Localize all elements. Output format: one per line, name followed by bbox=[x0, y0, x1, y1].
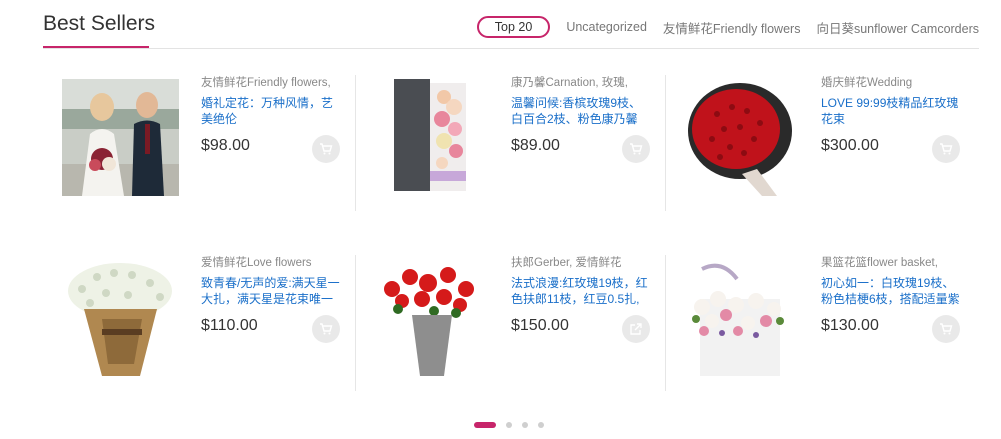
product-card: 婚庆鲜花Wedding LOVE 99:99枝精品红玫瑰花束 $300.00 bbox=[682, 75, 962, 200]
add-to-cart-icon bbox=[940, 323, 953, 335]
external-link-icon bbox=[630, 323, 642, 335]
add-to-cart-button[interactable] bbox=[312, 315, 340, 343]
tab-uncategorized[interactable]: Uncategorized bbox=[566, 20, 647, 34]
column-divider bbox=[355, 75, 356, 211]
product-name[interactable]: 法式浪漫:红玫瑰19枝，红色扶郎11枝，红豆0.5扎, bbox=[511, 275, 651, 307]
product-name[interactable]: 初心如一：白玫瑰19枝、粉色桔梗6枝，搭配适量紫 bbox=[821, 275, 961, 307]
add-to-cart-icon bbox=[940, 143, 953, 155]
product-card: 爱情鲜花Love flowers 致青春/无声的爱:满天星一大扎，满天星是花束唯… bbox=[62, 255, 342, 380]
section-header: Best Sellers Top 20 Uncategorized 友情鲜花Fr… bbox=[43, 0, 979, 49]
product-name[interactable]: 婚礼定花：万种风情，艺美绝伦 bbox=[201, 95, 341, 127]
product-image-flower-basket[interactable] bbox=[682, 259, 799, 376]
column-divider bbox=[665, 75, 666, 211]
product-name[interactable]: 致青春/无声的爱:满天星一大扎，满天星是花束唯一 bbox=[201, 275, 341, 307]
product-price: $300.00 bbox=[821, 137, 879, 154]
product-category[interactable]: 爱情鲜花Love flowers bbox=[201, 255, 341, 271]
add-to-cart-button[interactable] bbox=[932, 315, 960, 343]
tab-friendly-flowers[interactable]: 友情鲜花Friendly flowers bbox=[663, 18, 801, 37]
add-to-cart-icon bbox=[320, 323, 333, 335]
column-divider bbox=[665, 255, 666, 391]
add-to-cart-button[interactable] bbox=[622, 135, 650, 163]
product-card: 康乃馨Carnation, 玫瑰, 温馨问候:香槟玫瑰9枝、白百合2枝、粉色康乃… bbox=[372, 75, 652, 200]
tab-sunflower[interactable]: 向日葵sunflower Camcorders bbox=[816, 18, 979, 37]
add-to-cart-button[interactable] bbox=[312, 135, 340, 163]
product-image-wedding-couple[interactable] bbox=[62, 79, 179, 196]
product-name[interactable]: LOVE 99:99枝精品红玫瑰花束 bbox=[821, 95, 961, 127]
product-image-gift-box[interactable] bbox=[372, 79, 489, 196]
tab-top-20[interactable]: Top 20 bbox=[476, 16, 551, 38]
product-image-red-gerbera[interactable] bbox=[372, 259, 489, 376]
category-tabs: Top 20 Uncategorized 友情鲜花Friendly flower… bbox=[476, 16, 979, 38]
product-category[interactable]: 康乃馨Carnation, 玫瑰, bbox=[511, 75, 651, 91]
add-to-cart-icon bbox=[320, 143, 333, 155]
carousel-pagination bbox=[474, 422, 554, 428]
product-price: $130.00 bbox=[821, 317, 879, 334]
product-image-red-roses[interactable] bbox=[682, 79, 799, 196]
product-category[interactable]: 婚庆鲜花Wedding bbox=[821, 75, 961, 91]
product-name[interactable]: 温馨问候:香槟玫瑰9枝、白百合2枝、粉色康乃馨 bbox=[511, 95, 651, 127]
add-to-cart-button[interactable] bbox=[932, 135, 960, 163]
pagination-dot-4[interactable] bbox=[538, 422, 544, 428]
product-card: 扶郎Gerber, 爱情鲜花 法式浪漫:红玫瑰19枝，红色扶郎11枝，红豆0.5… bbox=[372, 255, 652, 380]
pagination-dot-2[interactable] bbox=[506, 422, 512, 428]
product-category[interactable]: 友情鲜花Friendly flowers, bbox=[201, 75, 341, 91]
view-product-button[interactable] bbox=[622, 315, 650, 343]
add-to-cart-icon bbox=[630, 143, 643, 155]
title-underline bbox=[43, 46, 149, 48]
product-category[interactable]: 扶郎Gerber, 爱情鲜花 bbox=[511, 255, 651, 271]
product-price: $150.00 bbox=[511, 317, 569, 334]
product-category[interactable]: 果篮花篮flower basket, bbox=[821, 255, 961, 271]
column-divider bbox=[355, 255, 356, 391]
pagination-dot-1[interactable] bbox=[474, 422, 496, 428]
product-price: $89.00 bbox=[511, 137, 560, 154]
pagination-dot-3[interactable] bbox=[522, 422, 528, 428]
product-card: 果篮花篮flower basket, 初心如一：白玫瑰19枝、粉色桔梗6枝，搭配… bbox=[682, 255, 962, 380]
product-image-baby-breath[interactable] bbox=[62, 259, 179, 376]
product-card: 友情鲜花Friendly flowers, 婚礼定花：万种风情，艺美绝伦 $98… bbox=[62, 75, 342, 200]
product-price: $110.00 bbox=[201, 317, 258, 334]
section-title: Best Sellers bbox=[43, 12, 156, 35]
product-price: $98.00 bbox=[201, 137, 250, 154]
